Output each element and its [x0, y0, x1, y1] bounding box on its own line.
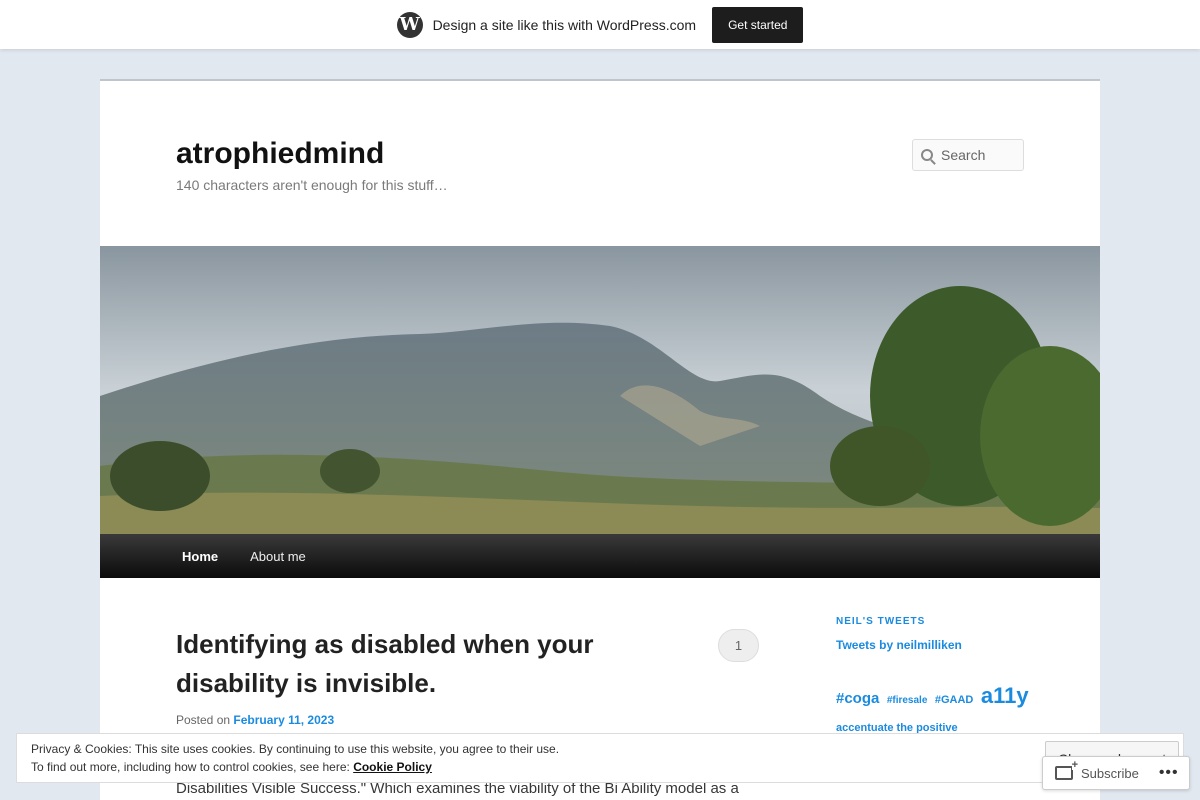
post-date-link[interactable]: February 11, 2023 — [233, 713, 334, 727]
tweets-link[interactable]: Tweets by neilmilliken — [836, 638, 962, 652]
wordpress-banner-text: Design a site like this with WordPress.c… — [432, 16, 697, 33]
post-title[interactable]: Identifying as disabled when your disabi… — [176, 625, 656, 703]
widget-title-tweets: NEIL'S TWEETS — [836, 616, 926, 627]
header-image[interactable] — [100, 246, 1100, 534]
nav-item-about-me[interactable]: About me — [234, 549, 322, 564]
nav-item-home[interactable]: Home — [166, 549, 234, 564]
search-icon — [921, 149, 933, 161]
page-container: atrophiedmind 140 characters aren't enou… — [100, 79, 1100, 800]
search-input[interactable]: Search — [912, 139, 1024, 171]
cookie-policy-link[interactable]: Cookie Policy — [353, 760, 432, 774]
site-title[interactable]: atrophiedmind — [176, 137, 384, 171]
subscribe-widget: Subscribe ••• — [1042, 756, 1190, 790]
site-tagline: 140 characters aren't enough for this st… — [176, 177, 448, 193]
subscribe-icon — [1055, 760, 1078, 780]
cookie-text-more: To find out more, including how to contr… — [31, 760, 432, 774]
tag-link[interactable]: a11y — [981, 683, 1029, 708]
more-options-icon[interactable]: ••• — [1159, 764, 1179, 782]
wordpress-banner: W Design a site like this with WordPress… — [0, 0, 1200, 49]
posted-on-label: Posted on — [176, 713, 231, 727]
tag-cloud: #coga #firesale #GAAD a11y accentuate th… — [836, 681, 1036, 740]
cookie-banner: Privacy & Cookies: This site uses cookie… — [16, 733, 1184, 783]
subscribe-button[interactable]: Subscribe — [1081, 766, 1139, 781]
cookie-more-prefix: To find out more, including how to contr… — [31, 760, 354, 774]
tag-link[interactable]: #GAAD — [935, 694, 974, 706]
search-placeholder: Search — [941, 147, 986, 163]
cookie-text: Privacy & Cookies: This site uses cookie… — [31, 742, 560, 756]
post-meta: Posted on February 11, 2023 — [176, 713, 334, 727]
wordpress-logo-icon[interactable]: W — [396, 11, 423, 38]
tag-link[interactable]: #coga — [836, 690, 879, 707]
comment-count-bubble[interactable]: 1 — [718, 629, 759, 662]
main-navigation: Home About me — [100, 534, 1100, 578]
get-started-button[interactable]: Get started — [712, 6, 804, 43]
tag-link[interactable]: #firesale — [887, 695, 928, 706]
